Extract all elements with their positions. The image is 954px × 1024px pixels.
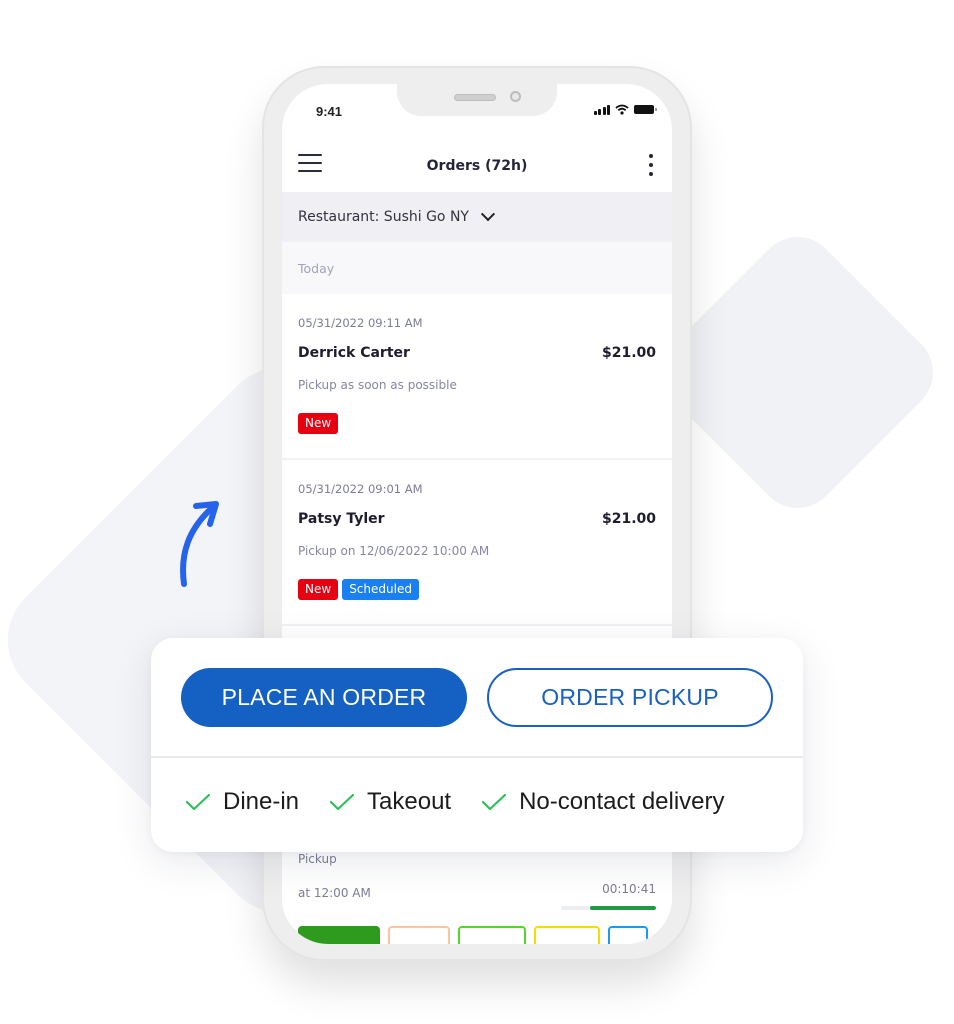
status-badge-scheduled: Scheduled xyxy=(342,579,419,601)
feature-label: Dine-in xyxy=(223,788,300,815)
camera-icon xyxy=(510,91,521,102)
divider xyxy=(151,756,803,758)
order-status-tags xyxy=(298,926,648,944)
feature-item: No-contact delivery xyxy=(481,788,725,816)
order-status-tag[interactable] xyxy=(608,926,648,944)
status-badge-new: New xyxy=(298,579,339,601)
order-status-tag[interactable] xyxy=(298,926,380,944)
order-timer: 00:10:41 xyxy=(602,882,656,896)
speaker-icon xyxy=(454,94,496,101)
feature-label: No-contact delivery xyxy=(519,788,725,815)
order-datetime: 05/31/2022 09:01 AM xyxy=(298,482,423,496)
order-status-tag[interactable] xyxy=(388,926,450,944)
order-pickup-label: Pickup xyxy=(298,852,337,866)
order-customer: Derrick Carter xyxy=(298,345,410,361)
order-progress-bar xyxy=(561,906,656,910)
order-status-tag[interactable] xyxy=(458,926,526,944)
feature-item: Dine-in xyxy=(185,788,299,816)
status-badge-new: New xyxy=(298,413,339,435)
order-list-item[interactable]: 05/31/2022 09:01 AM Patsy Tyler $21.00 P… xyxy=(282,462,672,626)
check-icon xyxy=(329,793,355,811)
order-status-tag[interactable] xyxy=(534,926,600,944)
chevron-down-icon xyxy=(480,207,496,222)
restaurant-label: Restaurant: Sushi Go NY xyxy=(298,209,469,225)
order-list-item[interactable]: 05/31/2022 09:11 AM Derrick Carter $21.0… xyxy=(282,296,672,460)
order-datetime: 05/31/2022 09:11 AM xyxy=(298,316,423,330)
order-actions-card: PLACE AN ORDER ORDER PICKUP Dine-in Take… xyxy=(151,638,803,852)
place-order-button[interactable]: PLACE AN ORDER xyxy=(181,668,467,727)
signal-icon xyxy=(593,104,610,115)
status-time: 9:41 xyxy=(316,104,343,119)
order-badges: New Scheduled xyxy=(298,579,419,601)
status-icons xyxy=(593,104,657,115)
order-price: $21.00 xyxy=(601,345,656,361)
check-icon xyxy=(481,793,507,811)
order-badges: New xyxy=(298,413,339,435)
order-progress-fill xyxy=(589,906,656,910)
feature-item: Takeout xyxy=(329,788,451,816)
section-header: Today xyxy=(282,242,672,294)
battery-icon xyxy=(634,105,657,114)
curved-arrow-icon xyxy=(180,501,219,587)
section-label: Today xyxy=(298,260,335,276)
order-price: $21.00 xyxy=(601,511,656,527)
order-customer: Patsy Tyler xyxy=(298,511,385,527)
order-pickup-button[interactable]: ORDER PICKUP xyxy=(487,668,773,727)
app-bar: Orders (72h) xyxy=(282,140,672,192)
order-description: Pickup on 12/06/2022 10:00 AM xyxy=(298,544,490,558)
page-title: Orders (72h) xyxy=(426,158,528,174)
feature-list: Dine-in Takeout No-contact delivery xyxy=(185,788,725,816)
wifi-icon xyxy=(615,104,629,115)
restaurant-selector[interactable]: Restaurant: Sushi Go NY xyxy=(282,192,672,242)
check-icon xyxy=(185,793,211,811)
menu-icon[interactable] xyxy=(298,154,322,172)
more-options-icon[interactable] xyxy=(648,154,654,176)
order-pickup-time: at 12:00 AM xyxy=(298,886,371,900)
feature-label: Takeout xyxy=(367,788,452,815)
order-description: Pickup as soon as possible xyxy=(298,378,457,392)
